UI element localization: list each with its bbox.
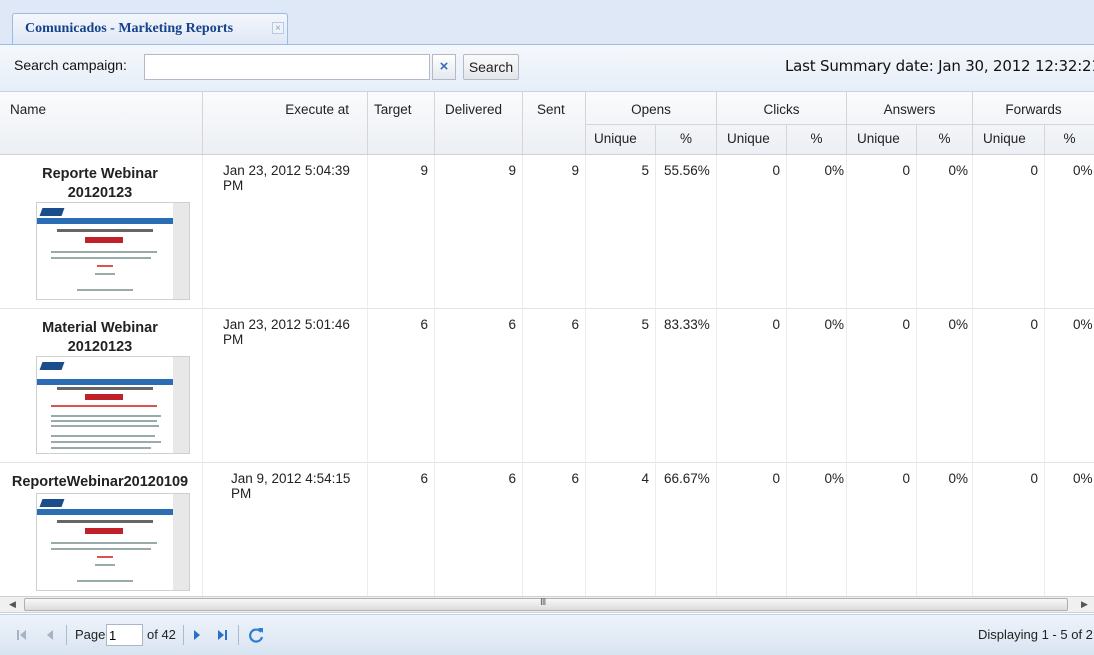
column-group-clicks: Clicks [717, 92, 847, 124]
table-row[interactable]: Reporte Webinar 20120123 Jan 23, 2012 5:… [0, 155, 1094, 309]
paging-toolbar: Page of 42 Displaying 1 - 5 of 2 [0, 614, 1094, 655]
column-header-target[interactable]: Target [368, 92, 435, 154]
column-header-forwards-unique[interactable]: Unique [973, 124, 1045, 154]
campaign-name[interactable]: Material Webinar 20120123 [10, 319, 190, 357]
campaign-thumbnail[interactable] [36, 356, 190, 454]
column-group-forwards: Forwards [1005, 102, 1062, 117]
search-toolbar: Search campaign: × Search Last Summary d… [0, 45, 1094, 92]
answers-pct-cell: 0% [917, 309, 973, 463]
target-cell: 6 [368, 309, 435, 463]
paging-separator [66, 625, 67, 645]
clicks-unique-cell: 0 [717, 155, 787, 309]
delivered-cell: 6 [435, 309, 523, 463]
column-group-opens: Opens [586, 92, 717, 124]
column-header-opens-unique[interactable]: Unique [586, 124, 656, 154]
answers-unique-cell: 0 [847, 155, 917, 309]
clicks-pct-cell: 0% [787, 309, 847, 463]
column-group-answers: Answers [847, 92, 973, 124]
refresh-icon[interactable] [247, 626, 265, 644]
execute-at-cell: Jan 23, 2012 5:01:46 PM [203, 309, 368, 463]
last-page-icon[interactable] [214, 627, 230, 643]
column-header-delivered[interactable]: Delivered [435, 92, 523, 154]
campaign-name[interactable]: Reporte Webinar 20120123 [10, 165, 190, 203]
search-label: Search campaign: [14, 57, 127, 73]
clicks-unique-cell: 0 [717, 309, 787, 463]
column-header-name[interactable]: Name [0, 92, 203, 154]
campaign-thumbnail[interactable] [36, 493, 190, 591]
opens-pct-cell: 55.56% [656, 155, 717, 309]
forwards-pct-cell: 0% [1073, 163, 1093, 178]
clear-search-icon[interactable]: × [432, 54, 456, 80]
prev-page-icon[interactable] [42, 627, 58, 643]
next-page-icon[interactable] [189, 627, 205, 643]
tab-title: Comunicados - Marketing Reports [25, 21, 234, 36]
scroll-grip-icon: III [540, 597, 546, 608]
campaign-thumbnail[interactable] [36, 202, 190, 300]
sent-cell: 6 [523, 463, 586, 596]
campaign-name-cell: Material Webinar 20120123 [0, 309, 203, 463]
sent-cell: 6 [523, 309, 586, 463]
execute-at-cell: Jan 9, 2012 4:54:15 PM [203, 463, 368, 596]
campaign-name[interactable]: ReporteWebinar20120109 [10, 473, 190, 492]
displaying-info: Displaying 1 - 5 of 2 [978, 627, 1093, 642]
column-header-forwards-pct[interactable]: % [1045, 124, 1094, 154]
paging-separator [238, 625, 239, 645]
answers-unique-cell: 0 [847, 309, 917, 463]
tab-strip: Comunicados - Marketing Reports × [0, 0, 1094, 45]
forwards-pct-cell: 0% [1073, 471, 1093, 486]
search-button[interactable]: Search [463, 54, 519, 80]
scrollbar-thumb[interactable]: III [24, 597, 1068, 611]
forwards-unique-cell: 0 [973, 155, 1045, 309]
column-header-answers-pct[interactable]: % [917, 124, 973, 154]
grid-header: Name Execute at Target Delivered Sent Op… [0, 92, 1094, 155]
table-row[interactable]: Material Webinar 20120123 Jan 23, 2012 5… [0, 309, 1094, 463]
campaign-name-cell: Reporte Webinar 20120123 [0, 155, 203, 309]
marketing-reports-panel: Comunicados - Marketing Reports × Search… [0, 0, 1094, 655]
first-page-icon[interactable] [14, 627, 30, 643]
last-summary-date: Last Summary date: Jan 30, 2012 12:32:21… [785, 57, 1094, 75]
sent-cell: 9 [523, 155, 586, 309]
campaign-name-cell: ReporteWebinar20120109 [0, 463, 203, 596]
answers-pct-cell: 0% [917, 155, 973, 309]
opens-pct-cell: 66.67% [656, 463, 717, 596]
target-cell: 6 [368, 463, 435, 596]
column-header-sent[interactable]: Sent [523, 92, 586, 154]
clicks-unique-cell: 0 [717, 463, 787, 596]
scroll-right-arrow-icon[interactable]: ▶ [1076, 597, 1093, 612]
opens-unique-cell: 4 [586, 463, 656, 596]
scroll-left-arrow-icon[interactable]: ◀ [4, 597, 21, 612]
execute-at-cell: Jan 23, 2012 5:04:39 PM [203, 155, 368, 309]
forwards-unique-cell: 0 [973, 463, 1045, 596]
forwards-pct-cell: 0% [1073, 317, 1093, 332]
opens-unique-cell: 5 [586, 309, 656, 463]
paging-separator [183, 625, 184, 645]
tab-close-icon[interactable]: × [272, 22, 284, 34]
horizontal-scrollbar[interactable]: ◀ III ▶ [0, 596, 1094, 613]
page-number-input[interactable] [106, 624, 143, 646]
column-header-opens-pct[interactable]: % [656, 124, 717, 154]
column-header-answers-unique[interactable]: Unique [847, 124, 917, 154]
table-row[interactable]: ReporteWebinar20120109 Jan 9, 2012 4:54:… [0, 463, 1094, 596]
search-input[interactable] [144, 54, 430, 80]
forwards-unique-cell: 0 [973, 309, 1045, 463]
column-header-clicks-unique[interactable]: Unique [717, 124, 787, 154]
opens-pct-cell: 83.33% [656, 309, 717, 463]
tab-marketing-reports[interactable]: Comunicados - Marketing Reports × [12, 13, 288, 44]
delivered-cell: 9 [435, 155, 523, 309]
clicks-pct-cell: 0% [787, 155, 847, 309]
answers-unique-cell: 0 [847, 463, 917, 596]
answers-pct-cell: 0% [917, 463, 973, 596]
column-header-clicks-pct[interactable]: % [787, 124, 847, 154]
column-header-execute-at[interactable]: Execute at [203, 92, 368, 154]
clicks-pct-cell: 0% [787, 463, 847, 596]
page-label: Page [75, 627, 106, 642]
delivered-cell: 6 [435, 463, 523, 596]
target-cell: 9 [368, 155, 435, 309]
page-count: of 42 [147, 627, 176, 642]
opens-unique-cell: 5 [586, 155, 656, 309]
